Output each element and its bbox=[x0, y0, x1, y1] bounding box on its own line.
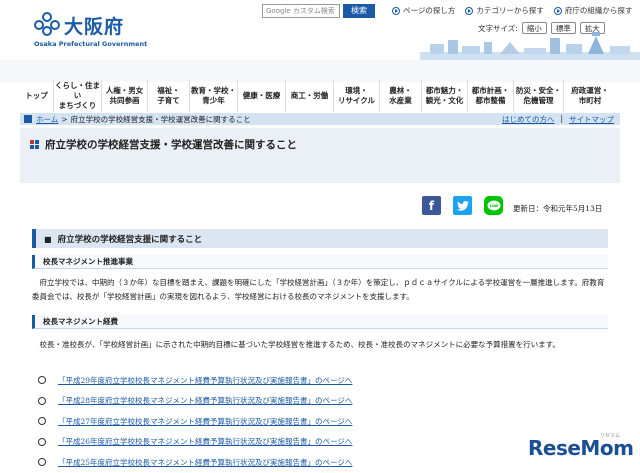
report-link-h29[interactable]: 「平成29年度府立学校校長マネジメント経費予算執行状況及び実施報告書」のページへ bbox=[58, 375, 352, 386]
twitter-icon[interactable] bbox=[453, 196, 472, 215]
list-item: 「平成28年度府立学校校長マネジメント経費予算執行状況及び実施報告書」のページへ bbox=[38, 391, 598, 412]
resemom-watermark: ReseMom bbox=[528, 436, 634, 460]
list-item: 「平成25年度府立学校校長マネジメント経費予算執行状況及び実施報告書」のページへ bbox=[38, 452, 598, 473]
arrow-circle-icon bbox=[553, 6, 562, 15]
home-arrow-icon bbox=[24, 115, 32, 123]
subsection-heading-1: 校長マネジメント推進事業 bbox=[32, 255, 608, 269]
utility-links: ページの探し方 カテゴリーから探す 府庁の組織から探す bbox=[392, 5, 632, 16]
report-link-h28[interactable]: 「平成28年度府立学校校長マネジメント経費予算執行状況及び実施報告書」のページへ bbox=[58, 395, 352, 406]
facebook-icon[interactable]: f bbox=[422, 196, 441, 215]
global-nav: トップ くらし・住まい まちづくり 人権・男女 共同参画 福祉・ 子育て 教育・… bbox=[20, 80, 640, 112]
list-item: 「平成29年度府立学校校長マネジメント経費予算執行状況及び実施報告書」のページへ bbox=[38, 370, 598, 391]
nav-item-health[interactable]: 健康・医療 bbox=[238, 80, 286, 112]
svg-text:LINE: LINE bbox=[489, 204, 498, 208]
beginners-link[interactable]: はじめての方へ bbox=[502, 114, 555, 125]
util-link-page-search[interactable]: ページの探し方 bbox=[392, 5, 455, 16]
arrow-circle-icon bbox=[465, 6, 474, 15]
nav-item-welfare[interactable]: 福祉・ 子育て bbox=[148, 80, 190, 112]
subsection-heading-2: 校長マネジメント経費 bbox=[32, 315, 608, 329]
nav-item-agriculture[interactable]: 農林・ 水産業 bbox=[380, 80, 422, 112]
circle-bullet-icon bbox=[38, 417, 46, 426]
report-link-h26[interactable]: 「平成26年度府立学校校長マネジメント経費予算執行状況及び実施報告書」のページへ bbox=[58, 436, 352, 447]
nav-item-human-rights[interactable]: 人権・男女 共同参画 bbox=[102, 80, 148, 112]
line-icon[interactable]: LINE bbox=[484, 196, 503, 215]
breadcrumb-current: 府立学校の学校経営支援・学校運営改善に関すること bbox=[70, 114, 251, 124]
breadcrumb-separator: > bbox=[61, 114, 68, 124]
nav-item-environment[interactable]: 環境・ リサイクル bbox=[334, 80, 380, 112]
search-input[interactable]: Google カスタム検索 bbox=[262, 4, 340, 18]
breadcrumb: ホーム > 府立学校の学校経営支援・学校運営改善に関すること はじめての方へ |… bbox=[20, 113, 620, 125]
nav-item-living[interactable]: くらし・住まい まちづくり bbox=[54, 80, 102, 112]
city-skyline-illustration bbox=[420, 32, 640, 60]
circle-bullet-icon bbox=[38, 396, 46, 405]
logo-english-text: Osaka Prefectural Government bbox=[34, 40, 148, 48]
page-title-band: 府立学校の学校経営支援・学校運営改善に関すること bbox=[20, 128, 620, 183]
report-link-h25[interactable]: 「平成25年度府立学校校長マネジメント経費予算執行状況及び実施報告書」のページへ bbox=[58, 457, 352, 468]
social-share: f LINE bbox=[422, 196, 503, 215]
subsection-text-2: 校長・准校長が、「学校経営計画」に示された中期的目標に基づいた学校経営を推進する… bbox=[39, 340, 560, 349]
sitemap-link[interactable]: サイトマップ bbox=[569, 114, 614, 125]
nav-item-education[interactable]: 教育・学校・ 青少年 bbox=[190, 80, 238, 112]
arrow-circle-icon bbox=[392, 6, 400, 15]
search-button[interactable]: 検索 bbox=[343, 4, 375, 18]
osaka-logo-icon bbox=[34, 12, 60, 38]
nav-item-urban-planning[interactable]: 都市計画・ 都市整備 bbox=[468, 80, 514, 112]
nav-item-disaster[interactable]: 防災・安全・ 危機管理 bbox=[514, 80, 564, 112]
nav-item-administration[interactable]: 府政運営・ 市町村 bbox=[564, 80, 616, 112]
subsection-text-1: 府立学校では、中期的（３か年）な目標を踏まえ、課題を明確にした「学校経営計画」（… bbox=[32, 278, 605, 301]
page-title: 府立学校の学校経営支援・学校運営改善に関すること bbox=[45, 139, 297, 151]
circle-bullet-icon bbox=[38, 458, 46, 467]
updated-date: 更新日：令和元年5月13日 bbox=[513, 204, 603, 213]
util-link-category[interactable]: カテゴリーから探す bbox=[465, 5, 544, 16]
separator: | bbox=[560, 113, 563, 123]
list-item: 「平成26年度府立学校校長マネジメント経費予算執行状況及び実施報告書」のページへ bbox=[38, 432, 598, 453]
nav-top-band bbox=[0, 60, 640, 82]
section-heading: 府立学校の学校経営支援に関すること bbox=[32, 229, 608, 248]
circle-bullet-icon bbox=[38, 376, 46, 385]
site-header: 大阪府 Osaka Prefectural Government Google … bbox=[0, 0, 640, 60]
util-link-organization[interactable]: 府庁の組織から探す bbox=[553, 5, 632, 16]
breadcrumb-right-links: はじめての方へ | サイトマップ bbox=[502, 114, 614, 125]
report-links-list: 「平成29年度府立学校校長マネジメント経費予算執行状況及び実施報告書」のページへ… bbox=[38, 370, 598, 473]
logo-text: 大阪府 bbox=[64, 16, 125, 38]
breadcrumb-home[interactable]: ホーム bbox=[36, 114, 58, 125]
nav-item-top[interactable]: トップ bbox=[20, 80, 54, 112]
report-link-h27[interactable]: 「平成27年度府立学校校長マネジメント経費予算執行状況及び実施報告書」のページへ bbox=[58, 416, 352, 427]
site-search: Google カスタム検索 検索 bbox=[262, 4, 375, 18]
list-item: 「平成27年度府立学校校長マネジメント経費予算執行状況及び実施報告書」のページへ bbox=[38, 411, 598, 432]
circle-bullet-icon bbox=[38, 437, 46, 446]
nav-item-commerce[interactable]: 商工・労働 bbox=[286, 80, 334, 112]
nav-item-tourism[interactable]: 都市魅力・ 観光・文化 bbox=[422, 80, 468, 112]
title-squares-icon bbox=[30, 139, 40, 150]
site-logo[interactable]: 大阪府 Osaka Prefectural Government bbox=[34, 10, 154, 50]
